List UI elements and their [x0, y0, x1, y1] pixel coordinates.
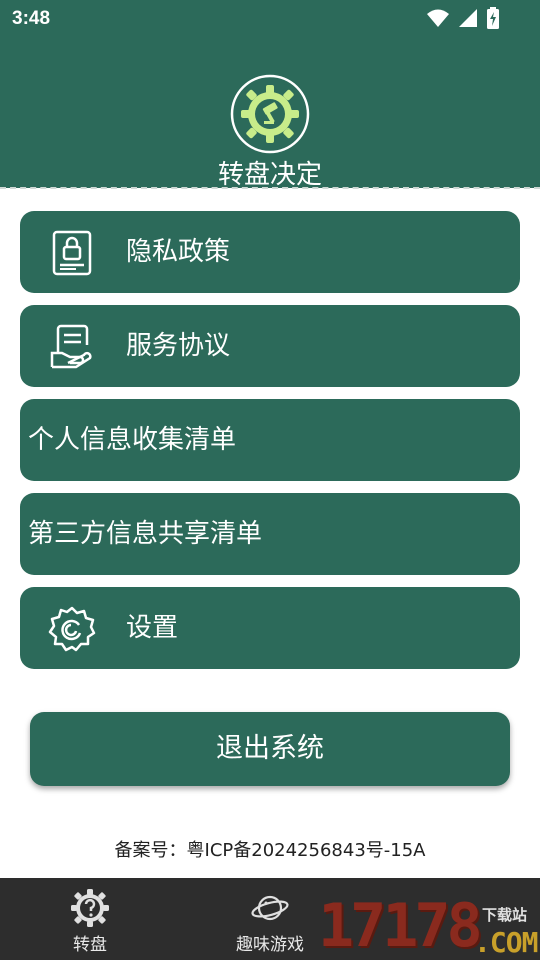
watermark-download-text: 下载站	[482, 906, 528, 924]
menu-item-third-party-sharing-list[interactable]: 第三方信息共享清单	[20, 493, 520, 575]
menu-label-third-party-sharing-list: 第三方信息共享清单	[28, 519, 263, 549]
lock-document-icon	[52, 230, 92, 276]
agreement-hand-icon	[50, 324, 92, 369]
planet-icon	[251, 895, 289, 921]
status-time: 3:48	[12, 8, 51, 29]
gear-icon	[48, 606, 96, 652]
menu-item-settings[interactable]: 设置	[20, 587, 520, 669]
nav-label-fun-games: 趣味游戏	[236, 935, 304, 955]
watermark-number: 17178	[318, 891, 483, 960]
menu-label-settings: 设置	[126, 613, 179, 643]
status-bar: 3:48	[0, 0, 540, 38]
app-title: 转盘决定	[217, 160, 322, 190]
header: 3:48 转盘决定	[0, 0, 540, 190]
nav-tab-wheel[interactable]: 转盘	[30, 878, 150, 960]
watermark-logo: 17178 下载站 .COM	[318, 892, 540, 960]
wheel-question-icon	[71, 889, 109, 927]
signal-icon	[459, 9, 477, 27]
exit-system-button[interactable]: 退出系统	[30, 712, 510, 786]
menu-label-service-agreement: 服务协议	[126, 331, 231, 361]
app-logo-icon	[230, 74, 310, 154]
status-icons	[426, 7, 500, 29]
wifi-icon	[427, 9, 449, 27]
menu-item-privacy-policy[interactable]: 隐私政策	[20, 211, 520, 293]
menu-item-service-agreement[interactable]: 服务协议	[20, 305, 520, 387]
menu-item-personal-info-list[interactable]: 个人信息收集清单	[20, 399, 520, 481]
nav-label-wheel: 转盘	[73, 935, 107, 955]
icp-record: 备案号：粤ICP备2024256843号-15A	[114, 840, 426, 861]
header-divider	[0, 187, 540, 189]
nav-tab-fun-games[interactable]: 趣味游戏	[210, 878, 330, 960]
watermark-com-text: .COM	[474, 926, 538, 959]
menu-label-personal-info-list: 个人信息收集清单	[28, 425, 237, 455]
battery-charging-icon	[487, 7, 499, 29]
menu-label-privacy-policy: 隐私政策	[126, 237, 231, 267]
